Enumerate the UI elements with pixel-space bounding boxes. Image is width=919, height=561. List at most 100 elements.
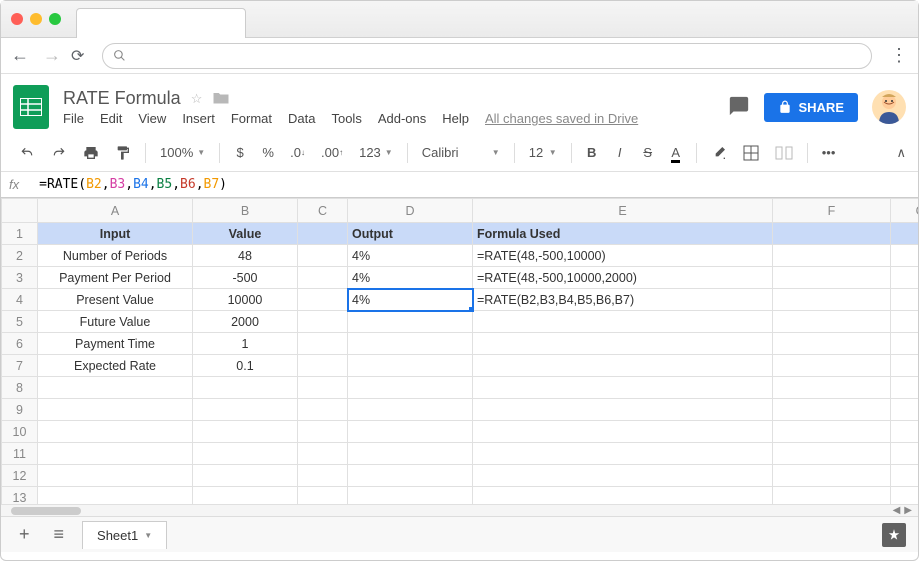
cell-D10[interactable] — [348, 421, 473, 443]
text-color-button[interactable]: A — [664, 140, 688, 166]
row-header-5[interactable]: 5 — [2, 311, 38, 333]
scroll-right-icon[interactable]: ▶ — [904, 505, 912, 516]
cell-G7[interactable] — [891, 355, 919, 377]
increase-decimal-button[interactable]: .00↑ — [315, 140, 349, 166]
cell-D13[interactable] — [348, 487, 473, 505]
cell-E2[interactable]: =RATE(48,-500,10000) — [473, 245, 773, 267]
cell-B12[interactable] — [193, 465, 298, 487]
row-header-10[interactable]: 10 — [2, 421, 38, 443]
minimize-window-button[interactable] — [30, 13, 42, 25]
sheet-tab-1[interactable]: Sheet1 ▼ — [82, 521, 167, 549]
cell-C1[interactable] — [298, 223, 348, 245]
cell-E9[interactable] — [473, 399, 773, 421]
column-header-A[interactable]: A — [38, 199, 193, 223]
cell-G6[interactable] — [891, 333, 919, 355]
cell-F10[interactable] — [773, 421, 891, 443]
horizontal-scrollbar[interactable]: ◀▶ — [1, 504, 918, 516]
browser-menu-button[interactable]: ⋮ — [890, 45, 908, 66]
scroll-left-icon[interactable]: ◀ — [893, 505, 901, 516]
cell-G9[interactable] — [891, 399, 919, 421]
cell-C10[interactable] — [298, 421, 348, 443]
fill-color-button[interactable] — [705, 140, 733, 166]
paint-format-button[interactable] — [109, 140, 137, 166]
back-button[interactable]: ← — [11, 45, 29, 66]
font-dropdown[interactable]: Calibri▼ — [416, 141, 506, 164]
changes-saved-link[interactable]: All changes saved in Drive — [485, 111, 638, 126]
row-header-7[interactable]: 7 — [2, 355, 38, 377]
cell-B6[interactable]: 1 — [193, 333, 298, 355]
cell-E6[interactable] — [473, 333, 773, 355]
cell-B13[interactable] — [193, 487, 298, 505]
cell-A7[interactable]: Expected Rate — [38, 355, 193, 377]
browser-tab[interactable] — [76, 8, 246, 38]
cell-B4[interactable]: 10000 — [193, 289, 298, 311]
cell-B11[interactable] — [193, 443, 298, 465]
formula-input[interactable]: =RATE(B2,B3,B4,B5,B6,B7) — [39, 177, 227, 192]
cell-F4[interactable] — [773, 289, 891, 311]
formula-bar[interactable]: fx =RATE(B2,B3,B4,B5,B6,B7) — [1, 172, 918, 198]
cell-G13[interactable] — [891, 487, 919, 505]
undo-button[interactable] — [13, 140, 41, 166]
scroll-thumb[interactable] — [11, 507, 81, 515]
row-header-12[interactable]: 12 — [2, 465, 38, 487]
cell-C12[interactable] — [298, 465, 348, 487]
cell-C6[interactable] — [298, 333, 348, 355]
cell-B1[interactable]: Value — [193, 223, 298, 245]
cell-C5[interactable] — [298, 311, 348, 333]
cell-A5[interactable]: Future Value — [38, 311, 193, 333]
star-icon[interactable]: ☆ — [191, 91, 203, 107]
cell-E7[interactable] — [473, 355, 773, 377]
reload-button[interactable]: ⟳ — [71, 46, 84, 66]
cell-A2[interactable]: Number of Periods — [38, 245, 193, 267]
cell-E10[interactable] — [473, 421, 773, 443]
row-header-6[interactable]: 6 — [2, 333, 38, 355]
cell-G3[interactable] — [891, 267, 919, 289]
menu-addons[interactable]: Add-ons — [378, 111, 426, 126]
cell-A4[interactable]: Present Value — [38, 289, 193, 311]
cell-G5[interactable] — [891, 311, 919, 333]
column-header-F[interactable]: F — [773, 199, 891, 223]
menu-help[interactable]: Help — [442, 111, 469, 126]
format-currency-button[interactable]: $ — [228, 140, 252, 166]
row-header-2[interactable]: 2 — [2, 245, 38, 267]
cell-E11[interactable] — [473, 443, 773, 465]
cell-D5[interactable] — [348, 311, 473, 333]
forward-button[interactable]: → — [43, 45, 61, 66]
borders-button[interactable] — [737, 140, 765, 166]
cell-B7[interactable]: 0.1 — [193, 355, 298, 377]
cell-C3[interactable] — [298, 267, 348, 289]
cell-B3[interactable]: -500 — [193, 267, 298, 289]
cell-D8[interactable] — [348, 377, 473, 399]
cell-A9[interactable] — [38, 399, 193, 421]
cell-C11[interactable] — [298, 443, 348, 465]
cell-F1[interactable] — [773, 223, 891, 245]
cell-B10[interactable] — [193, 421, 298, 443]
collapse-toolbar-button[interactable]: ∧ — [896, 145, 906, 161]
menu-insert[interactable]: Insert — [182, 111, 215, 126]
document-title[interactable]: RATE Formula — [63, 88, 181, 109]
cell-D2[interactable]: 4% — [348, 245, 473, 267]
cell-F9[interactable] — [773, 399, 891, 421]
cell-G2[interactable] — [891, 245, 919, 267]
address-bar[interactable] — [102, 43, 872, 69]
cell-B2[interactable]: 48 — [193, 245, 298, 267]
row-header-11[interactable]: 11 — [2, 443, 38, 465]
redo-button[interactable] — [45, 140, 73, 166]
cell-D4[interactable]: 4% — [348, 289, 473, 311]
cell-G11[interactable] — [891, 443, 919, 465]
cell-G10[interactable] — [891, 421, 919, 443]
menu-view[interactable]: View — [138, 111, 166, 126]
cell-E12[interactable] — [473, 465, 773, 487]
cell-D6[interactable] — [348, 333, 473, 355]
more-formats-dropdown[interactable]: 123▼ — [353, 141, 399, 164]
sheets-logo[interactable] — [13, 85, 49, 129]
cell-G12[interactable] — [891, 465, 919, 487]
cell-A12[interactable] — [38, 465, 193, 487]
menu-edit[interactable]: Edit — [100, 111, 122, 126]
add-sheet-button[interactable]: + — [13, 522, 36, 547]
cell-A1[interactable]: Input — [38, 223, 193, 245]
cell-C8[interactable] — [298, 377, 348, 399]
cell-E5[interactable] — [473, 311, 773, 333]
cell-E8[interactable] — [473, 377, 773, 399]
cell-C13[interactable] — [298, 487, 348, 505]
